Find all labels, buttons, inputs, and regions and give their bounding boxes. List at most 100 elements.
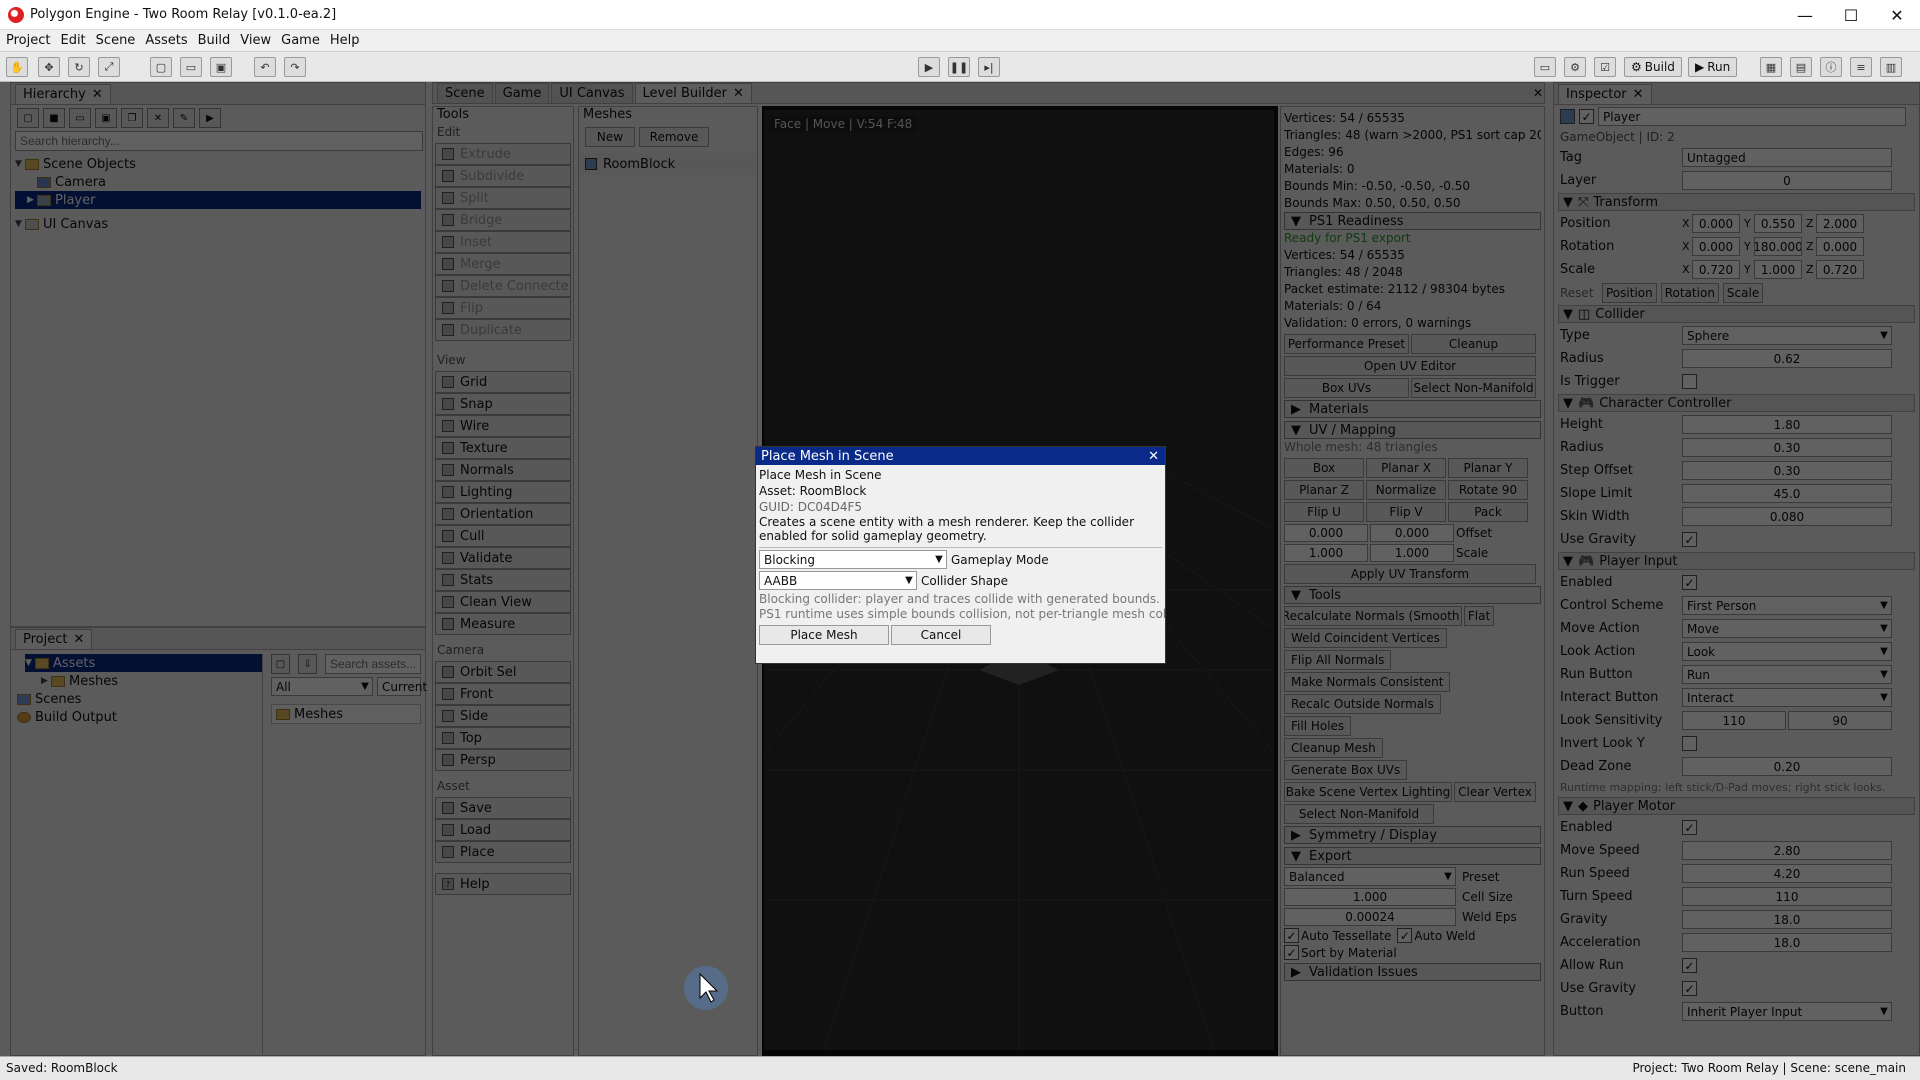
- cc-skin-field[interactable]: 0.080: [1682, 507, 1892, 526]
- uv-flip-v-button[interactable]: Flip V: [1366, 502, 1446, 522]
- tree-item-assets[interactable]: ▼ Assets: [25, 654, 262, 672]
- rotate-tool-icon[interactable]: ↻: [68, 57, 90, 77]
- tool-orbit-sel[interactable]: Orbit Sel: [435, 661, 571, 683]
- play-icon[interactable]: ▶: [918, 57, 940, 77]
- tab-level-builder[interactable]: Level Builder ✕: [634, 83, 752, 103]
- cube-icon[interactable]: ■: [43, 108, 65, 128]
- menu-scene[interactable]: Scene: [96, 33, 136, 48]
- close-icon[interactable]: ✕: [1148, 449, 1159, 464]
- look-sensitivity-x-field[interactable]: 110: [1682, 711, 1786, 730]
- uv-scale-v-field[interactable]: 1.000: [1370, 544, 1454, 562]
- active-checkbox[interactable]: ✓: [1579, 109, 1594, 124]
- clear-vertex-button[interactable]: Clear Vertex: [1454, 782, 1536, 802]
- scale-z-field[interactable]: 0.720: [1816, 260, 1864, 279]
- tool-snap[interactable]: Snap: [435, 393, 571, 415]
- move-action-dropdown[interactable]: Move ▼: [1682, 619, 1892, 638]
- build-button[interactable]: ⚙ Build: [1624, 57, 1682, 77]
- asset-filter-dropdown[interactable]: All ▼: [271, 677, 373, 696]
- delete-icon[interactable]: ✕: [147, 108, 169, 128]
- uv-scale-u-field[interactable]: 1.000: [1284, 544, 1368, 562]
- select-non-manifold-button[interactable]: Select Non-Manifold: [1411, 378, 1536, 398]
- expand-icon[interactable]: ▼: [15, 219, 25, 229]
- hand-tool-icon[interactable]: ✋: [6, 57, 28, 77]
- tool-load[interactable]: Load: [435, 819, 571, 841]
- flat-normals-button[interactable]: Flat: [1464, 606, 1494, 626]
- weld-eps-field[interactable]: 0.00024: [1284, 908, 1456, 926]
- sort-by-material-checkbox[interactable]: ✓: [1284, 945, 1299, 960]
- scale-tool-icon[interactable]: ⤢: [98, 57, 120, 77]
- rename-icon[interactable]: ✎: [173, 108, 195, 128]
- collider-type-dropdown[interactable]: Sphere ▼: [1682, 326, 1892, 345]
- open-uv-editor-button[interactable]: Open UV Editor: [1284, 356, 1536, 376]
- apply-uv-transform-button[interactable]: Apply UV Transform: [1284, 564, 1536, 584]
- tool-measure[interactable]: Measure: [435, 613, 571, 635]
- menu-project[interactable]: Project: [6, 33, 50, 48]
- tool-split[interactable]: Split: [435, 187, 571, 209]
- place-mesh-button[interactable]: Place Mesh: [759, 625, 889, 645]
- uv-box-button[interactable]: Box: [1284, 458, 1364, 478]
- rotation-y-field[interactable]: 180.000: [1754, 237, 1802, 256]
- tool-flip[interactable]: Flip: [435, 297, 571, 319]
- open-folder-icon[interactable]: ▭: [180, 57, 202, 77]
- scale-y-field[interactable]: 1.000: [1754, 260, 1802, 279]
- acceleration-field[interactable]: 18.0: [1682, 933, 1892, 952]
- uv-flip-u-button[interactable]: Flip U: [1284, 502, 1364, 522]
- recalc-normals-smooth-button[interactable]: Recalculate Normals (Smooth): [1284, 606, 1462, 626]
- tool-duplicate[interactable]: Duplicate: [435, 319, 571, 341]
- uv-offset-v-field[interactable]: 0.000: [1370, 524, 1454, 542]
- look-action-dropdown[interactable]: Look ▼: [1682, 642, 1892, 661]
- tree-item-build-output[interactable]: Build Output: [13, 708, 262, 726]
- cleanup-button[interactable]: Cleanup: [1411, 334, 1536, 354]
- run-speed-field[interactable]: 4.20: [1682, 864, 1892, 883]
- allow-run-checkbox[interactable]: ✓: [1682, 958, 1697, 973]
- new-mesh-button[interactable]: New: [585, 127, 635, 147]
- cell-size-field[interactable]: 1.000: [1284, 888, 1456, 906]
- move-tool-icon[interactable]: ✥: [38, 57, 60, 77]
- gravity-field[interactable]: 18.0: [1682, 910, 1892, 929]
- is-trigger-checkbox[interactable]: [1682, 374, 1697, 389]
- character-controller-header[interactable]: ▼ 🎮 Character Controller: [1558, 394, 1915, 412]
- uv-normalize-button[interactable]: Normalize: [1366, 480, 1446, 500]
- tool-validate[interactable]: Validate: [435, 547, 571, 569]
- undo-icon[interactable]: ↶: [254, 57, 276, 77]
- motor-gravity-checkbox[interactable]: ✓: [1682, 981, 1697, 996]
- tool-subdivide[interactable]: Subdivide: [435, 165, 571, 187]
- cc-slope-field[interactable]: 45.0: [1682, 484, 1892, 503]
- uv-planar-z-button[interactable]: Planar Z: [1284, 480, 1364, 500]
- tool-wire[interactable]: Wire: [435, 415, 571, 437]
- gameplay-mode-dropdown[interactable]: Blocking ▼: [759, 550, 947, 569]
- tool-persp[interactable]: Persp: [435, 749, 571, 771]
- bake-vertex-lighting-button[interactable]: Bake Scene Vertex Lighting: [1284, 782, 1452, 802]
- focus-icon[interactable]: ▶: [199, 108, 221, 128]
- minimize-button[interactable]: —: [1782, 0, 1828, 30]
- tool-place[interactable]: Place: [435, 841, 571, 863]
- close-icon[interactable]: ✕: [1633, 87, 1644, 102]
- materials-header[interactable]: ▶ Materials: [1284, 400, 1541, 418]
- select-non-manifold-button-2[interactable]: Select Non-Manifold: [1284, 804, 1434, 824]
- tool-help[interactable]: ? Help: [435, 873, 571, 895]
- invert-look-checkbox[interactable]: [1682, 736, 1697, 751]
- reset-rotation-button[interactable]: Rotation: [1660, 282, 1719, 303]
- save-icon[interactable]: ▣: [210, 57, 232, 77]
- generate-box-uvs-button[interactable]: Generate Box UVs: [1284, 760, 1408, 780]
- uv-rotate-90-button[interactable]: Rotate 90: [1448, 480, 1528, 500]
- tab-game[interactable]: Game: [494, 83, 550, 103]
- motor-button-dropdown[interactable]: Inherit Player Input ▼: [1682, 1002, 1892, 1021]
- asset-folder-meshes[interactable]: Meshes: [271, 704, 421, 724]
- tree-item-ui-canvas[interactable]: ▼ UI Canvas: [15, 215, 421, 233]
- rotation-x-field[interactable]: 0.000: [1692, 237, 1740, 256]
- input-enabled-checkbox[interactable]: ✓: [1682, 575, 1697, 590]
- close-icon[interactable]: ✕: [1533, 86, 1543, 100]
- new-folder-icon[interactable]: ▢: [271, 654, 290, 674]
- tool-texture[interactable]: Texture: [435, 437, 571, 459]
- cc-radius-field[interactable]: 0.30: [1682, 438, 1892, 457]
- tree-item-camera[interactable]: Camera: [15, 173, 421, 191]
- close-icon[interactable]: ✕: [733, 86, 744, 101]
- tag-field[interactable]: Untagged: [1682, 148, 1892, 167]
- tool-front[interactable]: Front: [435, 683, 571, 705]
- pause-icon[interactable]: ❚❚: [948, 57, 970, 77]
- step-icon[interactable]: ▸|: [978, 57, 1000, 77]
- expand-icon[interactable]: ▶: [27, 195, 37, 205]
- run-button[interactable]: ▶ Run: [1688, 57, 1738, 77]
- tool-top[interactable]: Top: [435, 727, 571, 749]
